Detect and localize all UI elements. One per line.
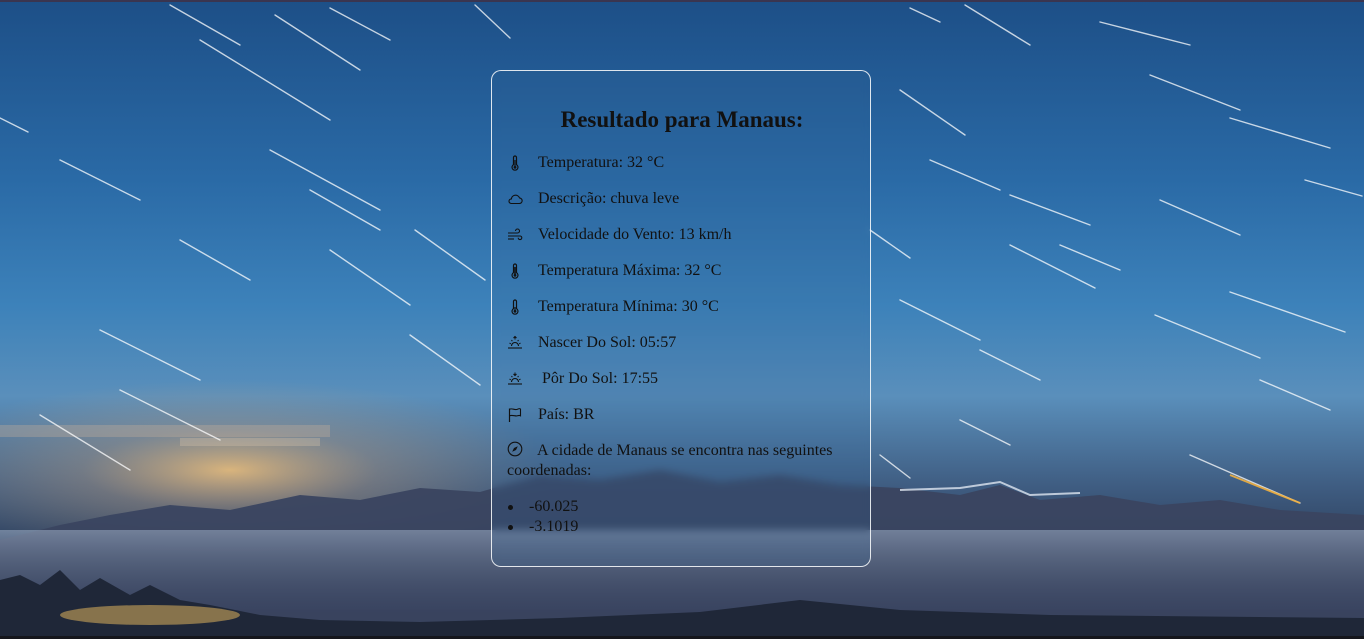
thermometer-icon [507, 299, 523, 315]
coordinates-paragraph: A cidade de Manaus se encontra nas segui… [507, 441, 852, 481]
sunset-row: Pôr Do Sol: 17:55 [507, 368, 862, 390]
max-temperature-text: Temperatura Máxima: 32 °C [538, 262, 722, 279]
country-text: País: BR [538, 406, 595, 423]
sunrise-text: Nascer Do Sol: 05:57 [538, 334, 677, 351]
description-row: Descrição: chuva leve [507, 188, 862, 210]
weather-result-card: Resultado para Manaus: Temperatura: 32 °… [491, 70, 871, 567]
country-row: País: BR [507, 404, 862, 426]
cloud-icon [507, 191, 523, 207]
flag-icon [507, 407, 523, 423]
sunrise-icon [507, 335, 523, 351]
sunrise-row: Nascer Do Sol: 05:57 [507, 332, 862, 354]
sunset-text: Pôr Do Sol: 17:55 [542, 370, 659, 387]
result-title: Resultado para Manaus: [560, 107, 804, 132]
max-temperature-row: Temperatura Máxima: 32 °C [507, 260, 862, 282]
wind-icon [507, 227, 523, 243]
compass-icon [507, 441, 523, 457]
thermometer-icon [507, 155, 523, 171]
min-temperature-text: Temperatura Mínima: 30 °C [538, 298, 719, 315]
description-text: Descrição: chuva leve [538, 190, 680, 207]
coordinates-list: -60.025 -3.1019 [507, 497, 578, 537]
coordinate-item: -3.1019 [507, 517, 578, 537]
coordinates-label: A cidade de Manaus se encontra nas segui… [507, 442, 833, 479]
temperature-row: Temperatura: 32 °C [507, 152, 862, 174]
thermometer-icon [507, 263, 523, 279]
wind-speed-text: Velocidade do Vento: 13 km/h [538, 226, 732, 243]
coordinate-item: -60.025 [507, 497, 578, 517]
temperature-text: Temperatura: 32 °C [538, 154, 665, 171]
sunset-icon [507, 371, 523, 387]
min-temperature-row: Temperatura Mínima: 30 °C [507, 296, 862, 318]
wind-speed-row: Velocidade do Vento: 13 km/h [507, 224, 862, 246]
